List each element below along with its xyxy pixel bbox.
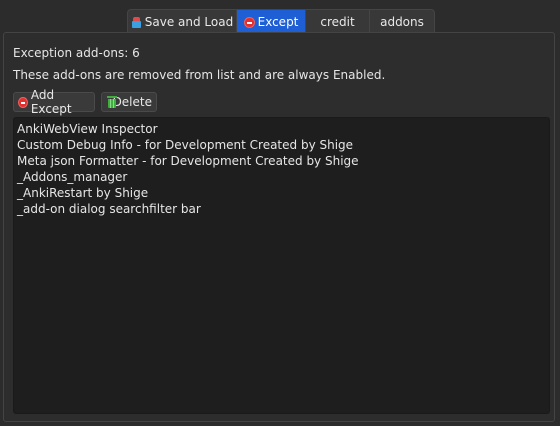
tab-addons[interactable]: addons [370, 10, 434, 34]
save-load-icon [131, 16, 142, 28]
list-item[interactable]: AnkiWebView Inspector [17, 121, 549, 137]
delete-label: Delete [112, 95, 152, 109]
tab-credit[interactable]: credit [306, 10, 370, 34]
tab-label: credit [320, 15, 355, 29]
delete-button[interactable]: Delete [101, 92, 157, 112]
exception-count-label: Exception add-ons: 6 [13, 46, 140, 60]
stop-icon [243, 16, 255, 28]
tab-except[interactable]: Except [237, 10, 306, 34]
add-except-label: Add Except [30, 88, 72, 116]
tab-label: Except [257, 15, 299, 29]
list-item[interactable]: Custom Debug Info - for Development Crea… [17, 137, 549, 153]
list-item[interactable]: _AnkiRestart by Shige [17, 185, 549, 201]
add-except-button[interactable]: Add Except [13, 88, 95, 116]
exception-description: These add-ons are removed from list and … [13, 68, 386, 82]
tab-label: Save and Load [144, 15, 234, 29]
tab-label: addons [380, 15, 424, 29]
list-item[interactable]: _Addons_manager [17, 169, 549, 185]
trash-icon [106, 96, 116, 108]
list-item[interactable]: Meta json Formatter - for Development Cr… [17, 153, 549, 169]
tab-save-and-load[interactable]: Save and Load [128, 10, 237, 34]
list-item[interactable]: _add-on dialog searchfilter bar [17, 201, 549, 217]
stop-icon [18, 96, 28, 108]
exception-addon-list[interactable]: AnkiWebView Inspector Custom Debug Info … [13, 117, 550, 414]
